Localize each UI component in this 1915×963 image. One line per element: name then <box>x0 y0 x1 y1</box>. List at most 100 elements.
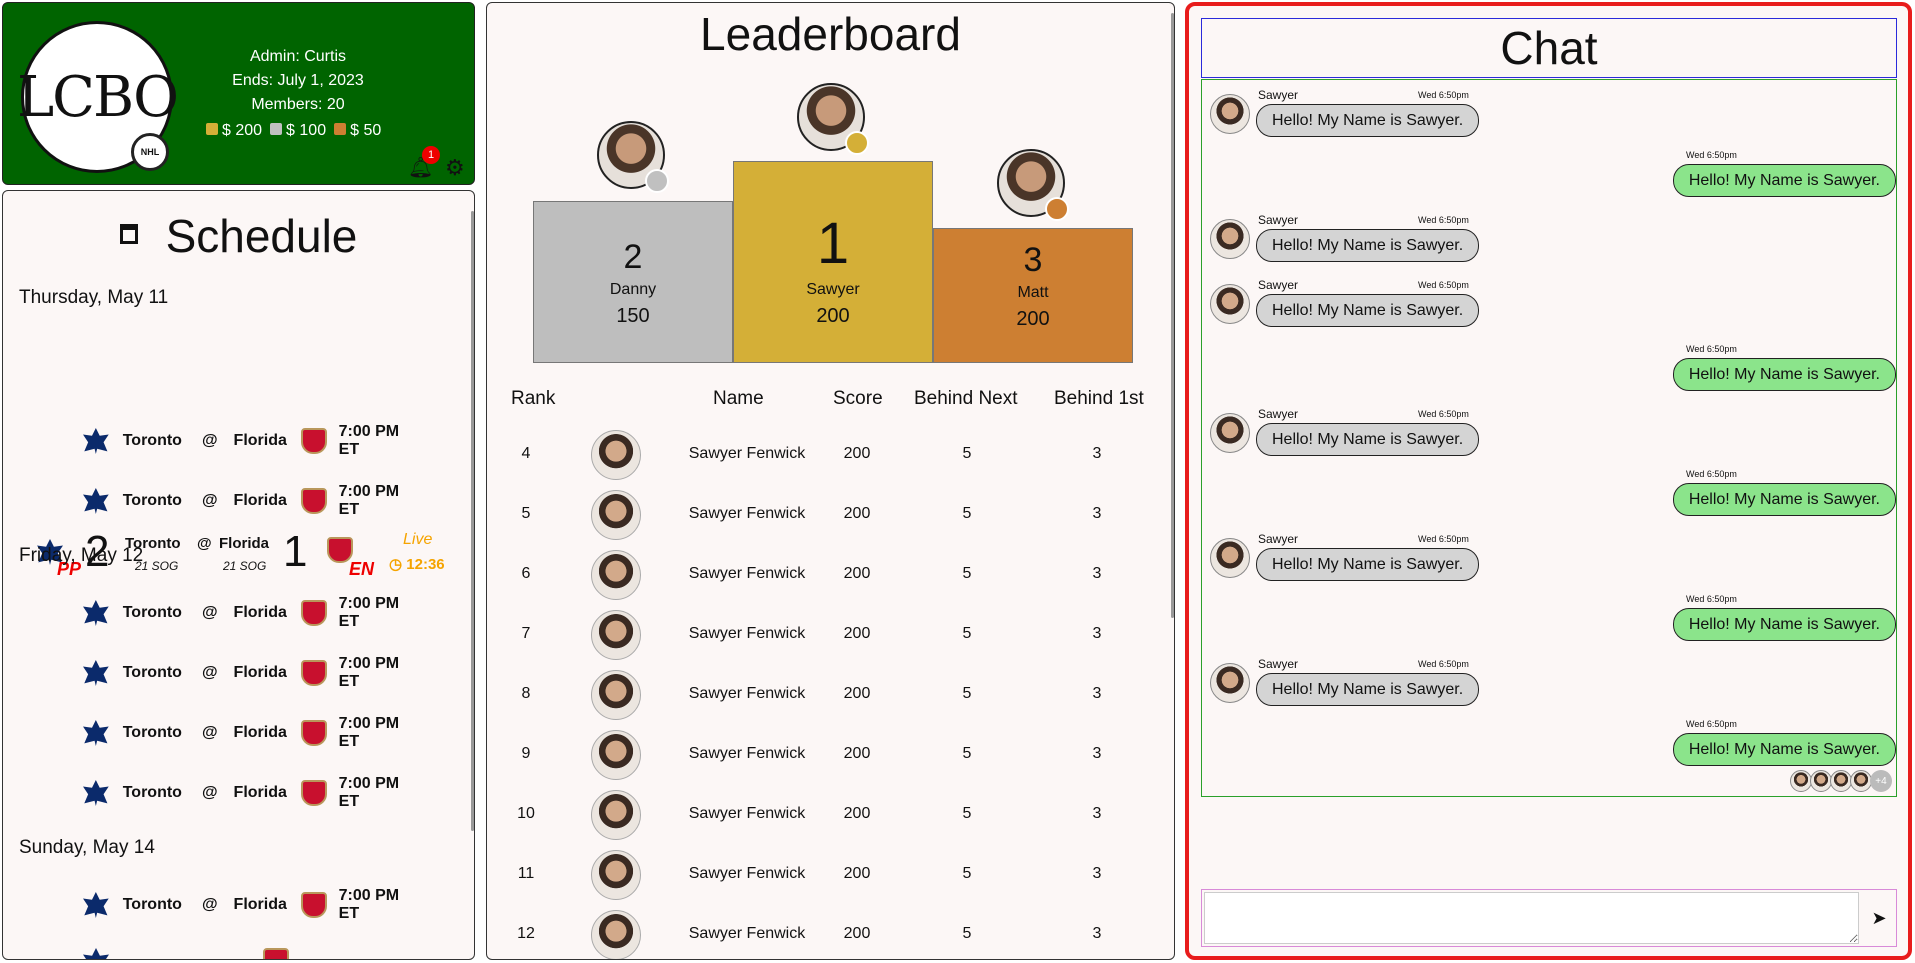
reader-avatar <box>1810 770 1832 792</box>
podium-score: 200 <box>816 305 850 327</box>
league-admin: Admin: Curtis <box>249 48 347 65</box>
row-behind-next: 5 <box>962 565 972 582</box>
chat-message-incoming: Sawyer Wed 6:50pm Hello! My Name is Sawy… <box>1202 407 1898 465</box>
silver-trophy-icon <box>270 123 283 135</box>
leaderboard-scrollbar[interactable] <box>1171 13 1174 618</box>
row-rank: 8 <box>521 685 531 702</box>
table-row[interactable]: 10 Sawyer Fenwick 200 5 3 <box>487 784 1174 844</box>
read-receipts[interactable]: +4 <box>1790 770 1892 792</box>
panthers-logo-icon <box>300 600 327 626</box>
maple-leafs-logo-icon <box>83 428 109 454</box>
chat-message-outgoing: Wed 6:50pm Hello! My Name is Sawyer. <box>1202 467 1898 525</box>
avatar <box>591 430 641 480</box>
day-label: Sunday, May 14 <box>19 837 155 858</box>
avatar <box>591 850 641 900</box>
home-team-name: Toronto <box>122 784 182 801</box>
game-row[interactable]: Toronto @ Florida 7:00 PM ET <box>83 715 423 751</box>
podium-name: Danny <box>609 281 657 298</box>
at-symbol: @ <box>201 432 218 449</box>
message-time: Wed 6:50pm <box>1686 469 1737 479</box>
maple-leafs-logo-icon <box>83 720 109 746</box>
podium-third[interactable]: 3 Matt 200 <box>933 228 1133 363</box>
message-bubble: Hello! My Name is Sawyer. <box>1256 104 1480 137</box>
message-sender: Sawyer <box>1258 278 1299 292</box>
podium-rank: 1 <box>816 211 850 276</box>
game-row[interactable]: Toronto @ Florida 7:00 PM ET <box>83 655 423 691</box>
row-behind-first: 3 <box>1092 865 1102 882</box>
avatar <box>1210 219 1250 259</box>
chat-message-input[interactable] <box>1204 892 1859 944</box>
day-label: Friday, May 12 <box>19 545 144 566</box>
row-name: Sawyer Fenwick <box>688 445 806 462</box>
maple-leafs-logo-icon <box>83 488 109 514</box>
game-row[interactable]: Toronto @ Florida 7:00 PM ET <box>83 595 423 631</box>
home-team-name: Toronto <box>122 724 182 741</box>
game-row[interactable]: Toronto @ Florida 7:00 PM ET <box>83 887 423 923</box>
row-name: Sawyer Fenwick <box>688 565 806 582</box>
game-row[interactable]: Toronto @ Florida 7:00 PM ET <box>83 483 423 519</box>
row-score: 200 <box>843 505 871 522</box>
panthers-logo-icon <box>300 428 327 454</box>
message-time: Wed 6:50pm <box>1418 215 1469 225</box>
message-bubble: Hello! My Name is Sawyer. <box>1256 423 1480 456</box>
game-time: 7:00 PM ET <box>338 483 400 518</box>
league-logo-text: LCBO <box>16 64 179 130</box>
live-status: Live <box>403 531 433 548</box>
row-rank: 5 <box>521 505 531 522</box>
row-score: 200 <box>843 565 871 582</box>
chat-messages[interactable]: Sawyer Wed 6:50pm Hello! My Name is Sawy… <box>1201 79 1897 797</box>
message-time: Wed 6:50pm <box>1418 409 1469 419</box>
table-row[interactable]: 7 Sawyer Fenwick 200 5 3 <box>487 604 1174 664</box>
table-row[interactable]: 6 Sawyer Fenwick 200 5 3 <box>487 544 1174 604</box>
at-symbol: @ <box>201 784 218 801</box>
game-row[interactable]: Toronto @ Florida 7:00 PM ET <box>83 775 423 811</box>
message-sender: Sawyer <box>1258 213 1299 227</box>
avatar <box>591 790 641 840</box>
table-row[interactable]: 11 Sawyer Fenwick 200 5 3 <box>487 844 1174 904</box>
schedule-title: Schedule <box>165 210 358 262</box>
message-sender: Sawyer <box>1258 657 1299 671</box>
avatar <box>591 610 641 660</box>
message-bubble: Hello! My Name is Sawyer. <box>1672 733 1896 766</box>
at-symbol: @ <box>201 604 218 621</box>
at-symbol: @ <box>201 724 218 741</box>
leaderboard-title: Leaderboard <box>700 8 961 60</box>
message-time: Wed 6:50pm <box>1418 534 1469 544</box>
game-row[interactable]: Toronto @ Florida 7:00 PM ET <box>83 423 423 459</box>
table-row[interactable]: 9 Sawyer Fenwick 200 5 3 <box>487 724 1174 784</box>
prize-second: $ 100 <box>270 122 326 140</box>
row-name: Sawyer Fenwick <box>688 925 806 942</box>
podium-second[interactable]: 2 Danny 150 <box>533 201 733 363</box>
at-symbol: @ <box>197 535 212 552</box>
table-row[interactable]: 4 Sawyer Fenwick 200 5 3 <box>487 424 1174 484</box>
panthers-logo-icon <box>300 720 327 746</box>
table-row[interactable]: 8 Sawyer Fenwick 200 5 3 <box>487 664 1174 724</box>
reader-avatar <box>1830 770 1852 792</box>
away-team-name: Florida <box>233 432 287 449</box>
message-bubble: Hello! My Name is Sawyer. <box>1256 229 1480 262</box>
more-readers-count: +4 <box>1870 770 1892 792</box>
message-time: Wed 6:50pm <box>1686 344 1737 354</box>
away-team-name: Florida <box>219 535 270 552</box>
message-sender: Sawyer <box>1258 532 1299 546</box>
row-behind-first: 3 <box>1092 745 1102 762</box>
table-row[interactable]: 12 Sawyer Fenwick 200 5 3 <box>487 904 1174 959</box>
schedule-scrollbar[interactable] <box>471 211 474 831</box>
table-row[interactable]: 5 Sawyer Fenwick 200 5 3 <box>487 484 1174 544</box>
settings-gear-icon[interactable]: ⚙ <box>445 155 465 181</box>
row-behind-next: 5 <box>962 445 972 462</box>
bronze-trophy-icon <box>334 123 347 135</box>
avatar <box>591 670 641 720</box>
column-header-score: Score <box>833 388 883 409</box>
podium-first[interactable]: 1 Sawyer 200 <box>733 161 933 363</box>
chat-message-incoming: Sawyer Wed 6:50pm Hello! My Name is Sawy… <box>1202 532 1898 590</box>
panthers-logo-icon <box>300 780 327 806</box>
row-rank: 11 <box>517 865 535 882</box>
row-rank: 4 <box>521 445 531 462</box>
panthers-logo-icon <box>300 488 327 514</box>
chat-title: Chat <box>1201 18 1897 78</box>
game-time: 7:00 PM ET <box>338 595 400 630</box>
game-row-partial[interactable] <box>83 943 423 959</box>
send-icon[interactable]: ➤ <box>1864 900 1894 936</box>
row-behind-first: 3 <box>1092 625 1102 642</box>
